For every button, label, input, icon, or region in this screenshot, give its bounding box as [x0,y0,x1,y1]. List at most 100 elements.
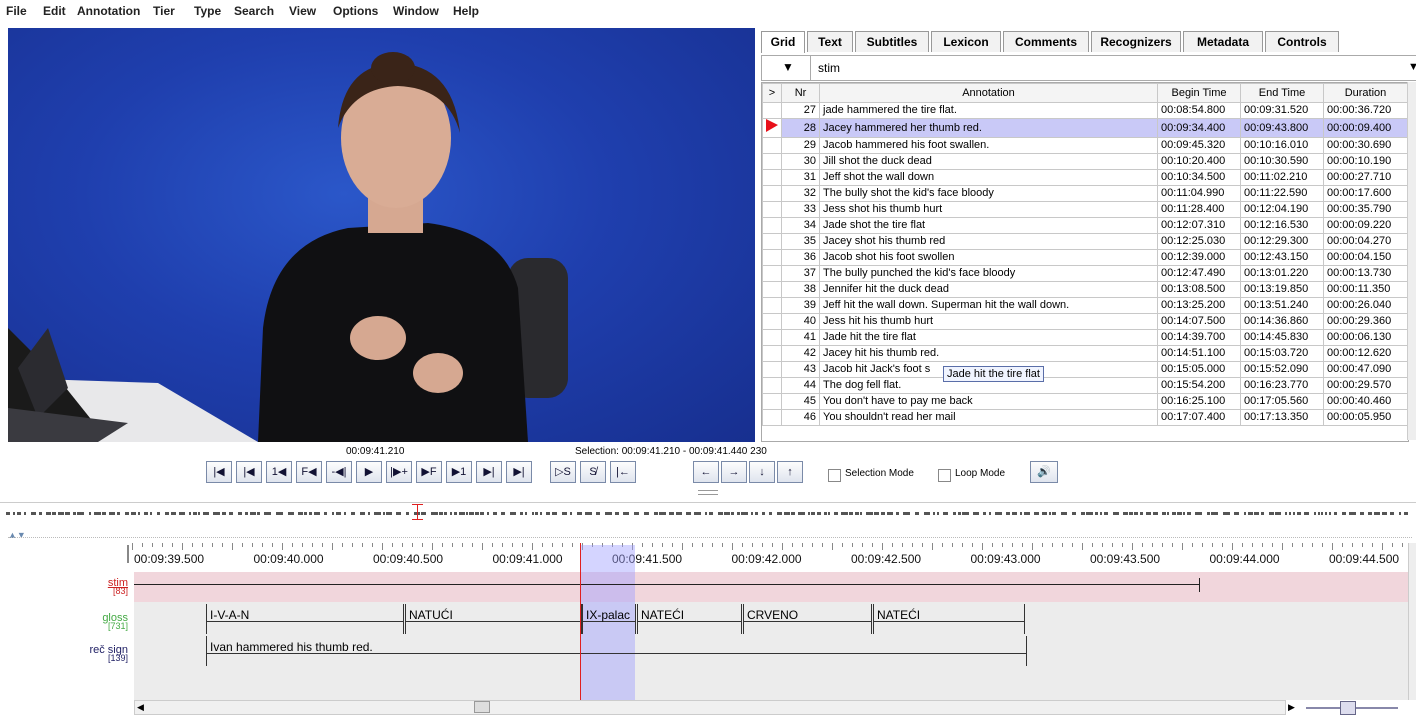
cell-nr[interactable]: 38 [781,281,820,298]
grid-scrollbar[interactable] [1407,82,1416,440]
column-header[interactable]: > [762,83,782,103]
menu-tier[interactable]: Tier [153,4,175,18]
cell-nr[interactable]: 46 [781,409,820,426]
table-row[interactable]: 42 Jacey hit his thumb red. 00:14:51.100 00… [762,345,1408,362]
cell-begin[interactable]: 00:16:25.100 [1157,393,1241,410]
prev-pixel-button[interactable]: -◀| [326,461,352,483]
arrow-up-button[interactable]: ↑ [777,461,803,483]
menu-search[interactable]: Search [234,4,274,18]
cell-annotation[interactable]: Jade hit the tire flat [819,329,1158,346]
table-row[interactable]: 29 Jacob hammered his foot swallen. 00:09:… [762,137,1408,154]
cell-begin[interactable]: 00:08:54.800 [1157,102,1241,119]
cell-nr[interactable]: 33 [781,201,820,218]
cell-end[interactable]: 00:12:43.150 [1240,249,1324,266]
tab-metadata[interactable]: Metadata [1183,31,1263,52]
go-to-end-button[interactable]: ▶| [506,461,532,483]
gloss-annotation[interactable]: I-V-A-N [206,604,404,634]
tier-label-stim[interactable]: stim [83] [10,577,128,596]
gloss-annotation[interactable]: CRVENO [743,604,872,634]
cell-annotation[interactable]: jade hammered the tire flat. [819,102,1158,119]
table-row[interactable]: 44 The dog fell flat. 00:15:54.200 00:16:23… [762,377,1408,394]
cell-nr[interactable]: 40 [781,313,820,330]
cell-duration[interactable]: 00:00:06.130 [1323,329,1408,346]
cell-begin[interactable]: 00:10:34.500 [1157,169,1241,186]
table-row[interactable]: 41 Jade hit the tire flat 00:14:39.700 00:1… [762,329,1408,346]
cell-nr[interactable]: 32 [781,185,820,202]
table-row[interactable]: 27 jade hammered the tire flat. 00:08:54.8… [762,102,1408,119]
cell-nr[interactable]: 30 [781,153,820,170]
cell-nr[interactable]: 35 [781,233,820,250]
cell-end[interactable]: 00:10:30.590 [1240,153,1324,170]
arrow-down-button[interactable]: ↓ [749,461,775,483]
cell-end[interactable]: 00:15:03.720 [1240,345,1324,362]
cell-duration[interactable]: 00:00:17.600 [1323,185,1408,202]
cell-annotation[interactable]: Jill shot the duck dead [819,153,1158,170]
cell-begin[interactable]: 00:09:45.320 [1157,137,1241,154]
stim-annotation[interactable] [134,584,1200,585]
gloss-annotation[interactable]: NATUĆI [405,604,582,634]
scroll-right-icon[interactable]: ▶ [1288,702,1295,713]
tab-subtitles[interactable]: Subtitles [855,31,929,52]
cell-nr[interactable]: 39 [781,297,820,314]
dropdown-triangle-icon[interactable]: ▼ [782,60,794,74]
cell-annotation[interactable]: Jacob shot his foot swollen [819,249,1158,266]
cell-duration[interactable]: 00:00:27.710 [1323,169,1408,186]
tier-lane-stim[interactable] [134,572,1408,602]
cell-annotation[interactable]: Jacey shot his thumb red [819,233,1158,250]
cell-duration[interactable]: 00:00:29.360 [1323,313,1408,330]
table-row[interactable]: 39 Jeff hit the wall down. Superman hit t… [762,297,1408,314]
cell-nr[interactable]: 43 [781,361,820,378]
tab-controls[interactable]: Controls [1265,31,1339,52]
cell-end[interactable]: 00:16:23.770 [1240,377,1324,394]
table-row[interactable]: 37 The bully punched the kid's face blood… [762,265,1408,282]
cell-duration[interactable]: 00:00:13.730 [1323,265,1408,282]
cell-annotation[interactable]: You don't have to pay me back [819,393,1158,410]
cell-begin[interactable]: 00:11:28.400 [1157,201,1241,218]
cell-duration[interactable]: 00:00:30.690 [1323,137,1408,154]
cell-begin[interactable]: 00:13:25.200 [1157,297,1241,314]
zoom-slider-thumb[interactable] [1340,701,1356,715]
table-row[interactable]: 35 Jacey shot his thumb red 00:12:25.030 00… [762,233,1408,250]
previous-second-button[interactable]: 1◀ [266,461,292,483]
cell-duration[interactable]: 00:00:12.620 [1323,345,1408,362]
cell-end[interactable]: 00:15:52.090 [1240,361,1324,378]
table-row[interactable]: 30 Jill shot the duck dead 00:10:20.400 00:… [762,153,1408,170]
cell-annotation[interactable]: Jacey hammered her thumb red. [819,118,1158,138]
gloss-annotation[interactable]: NATEĆI [873,604,1025,634]
go-to-begin-button[interactable]: |◀ [206,461,232,483]
cell-end[interactable]: 00:13:01.220 [1240,265,1324,282]
cell-end[interactable]: 00:09:43.800 [1240,118,1324,138]
cell-end[interactable]: 00:14:36.860 [1240,313,1324,330]
cell-duration[interactable]: 00:00:36.720 [1323,102,1408,119]
table-row[interactable]: 43 Jacob hit Jack's foot s 00:15:05.000 00:… [762,361,1408,378]
cell-begin[interactable]: 00:12:25.030 [1157,233,1241,250]
tier-selector[interactable]: ▼ stim ▼ [761,55,1416,81]
cell-duration[interactable]: 00:00:09.400 [1323,118,1408,138]
column-header[interactable]: Nr [781,83,820,103]
menu-window[interactable]: Window [393,4,439,18]
menu-file[interactable]: File [6,4,27,18]
cell-duration[interactable]: 00:00:04.150 [1323,249,1408,266]
arrow-left-button[interactable]: ← [693,461,719,483]
cell-duration[interactable]: 00:00:29.570 [1323,377,1408,394]
cell-begin[interactable]: 00:15:54.200 [1157,377,1241,394]
table-row[interactable]: 28 Jacey hammered her thumb red. 00:09:34.… [762,118,1408,138]
cell-begin[interactable]: 00:11:04.990 [1157,185,1241,202]
cell-begin[interactable]: 00:12:07.310 [1157,217,1241,234]
cell-duration[interactable]: 00:00:11.350 [1323,281,1408,298]
table-row[interactable]: 40 Jess hit his thumb hurt 00:14:07.500 00:… [762,313,1408,330]
cell-annotation[interactable]: Jacob hammered his foot swallen. [819,137,1158,154]
table-row[interactable]: 34 Jade shot the tire flat 00:12:07.310 00:… [762,217,1408,234]
cell-annotation[interactable]: Jacey hit his thumb red. [819,345,1158,362]
cell-annotation[interactable]: Jeff shot the wall down [819,169,1158,186]
cell-end[interactable]: 00:09:31.520 [1240,102,1324,119]
cell-nr[interactable]: 36 [781,249,820,266]
column-header[interactable]: Annotation [819,83,1158,103]
cell-begin[interactable]: 00:14:07.500 [1157,313,1241,330]
next-frame-button[interactable]: ▶| [476,461,502,483]
menu-help[interactable]: Help [453,4,479,18]
cell-duration[interactable]: 00:00:35.790 [1323,201,1408,218]
cell-nr[interactable]: 28 [781,118,820,138]
menu-view[interactable]: View [289,4,316,18]
cell-nr[interactable]: 34 [781,217,820,234]
